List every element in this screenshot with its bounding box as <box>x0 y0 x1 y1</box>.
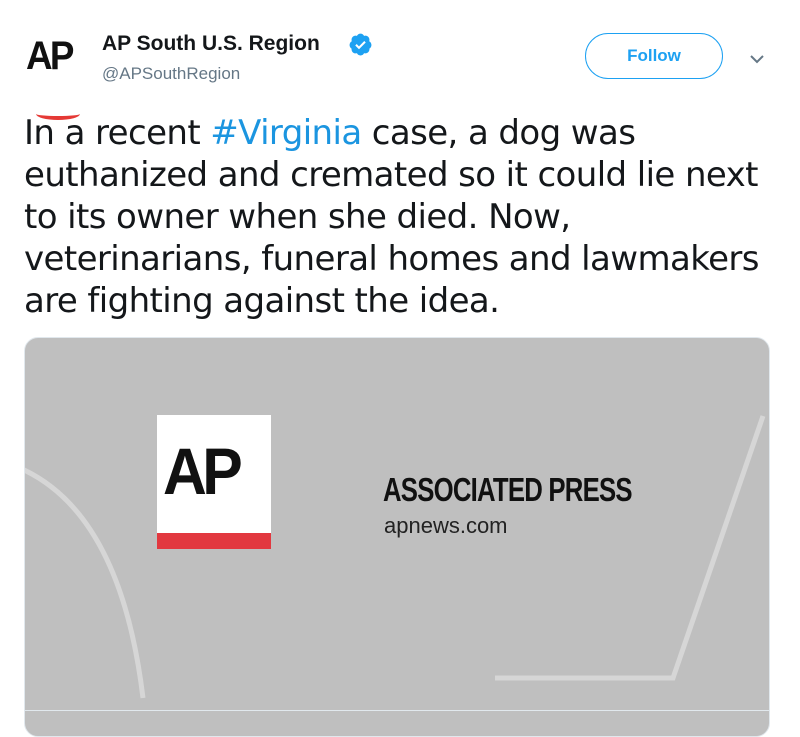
card-divider <box>25 710 769 711</box>
tweet-text-start: In a recent <box>24 113 211 153</box>
card-ap-logo: AP <box>157 415 271 549</box>
verified-badge-icon <box>349 33 372 56</box>
avatar-logo-text: AP <box>26 34 74 78</box>
tweet-text: In a recent #Virginia case, a dog was eu… <box>24 112 784 322</box>
link-card[interactable]: AP ASSOCIATED PRESS apnews.com <box>24 337 770 737</box>
chevron-down-icon[interactable] <box>748 52 766 66</box>
avatar[interactable]: AP <box>18 30 90 120</box>
handle[interactable]: @APSouthRegion <box>102 64 240 84</box>
follow-button[interactable]: Follow <box>585 33 723 79</box>
card-logo-text: AP <box>163 434 243 508</box>
card-domain: apnews.com <box>384 513 508 538</box>
card-brand-name: ASSOCIATED PRESS <box>383 471 633 508</box>
display-name[interactable]: AP South U.S. Region <box>102 32 320 56</box>
card-logo-red-bar <box>157 533 271 549</box>
hashtag-link[interactable]: #Virginia <box>210 113 362 153</box>
